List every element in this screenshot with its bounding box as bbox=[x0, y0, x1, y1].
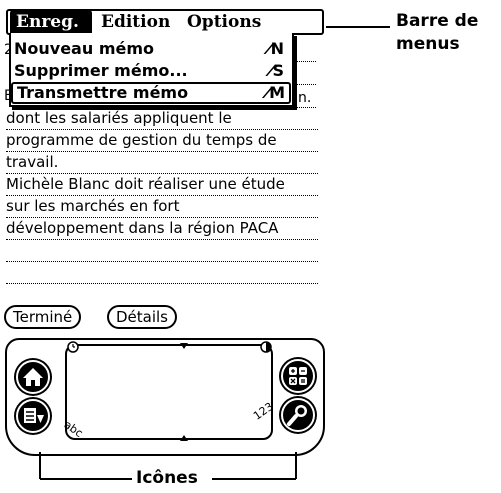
callout-menu-bar-label: menus bbox=[396, 34, 460, 54]
callout-lines bbox=[39, 26, 390, 480]
callout-icons-label: Icônes bbox=[136, 468, 198, 488]
callout-menu-bar-label: Barre de bbox=[396, 11, 479, 31]
